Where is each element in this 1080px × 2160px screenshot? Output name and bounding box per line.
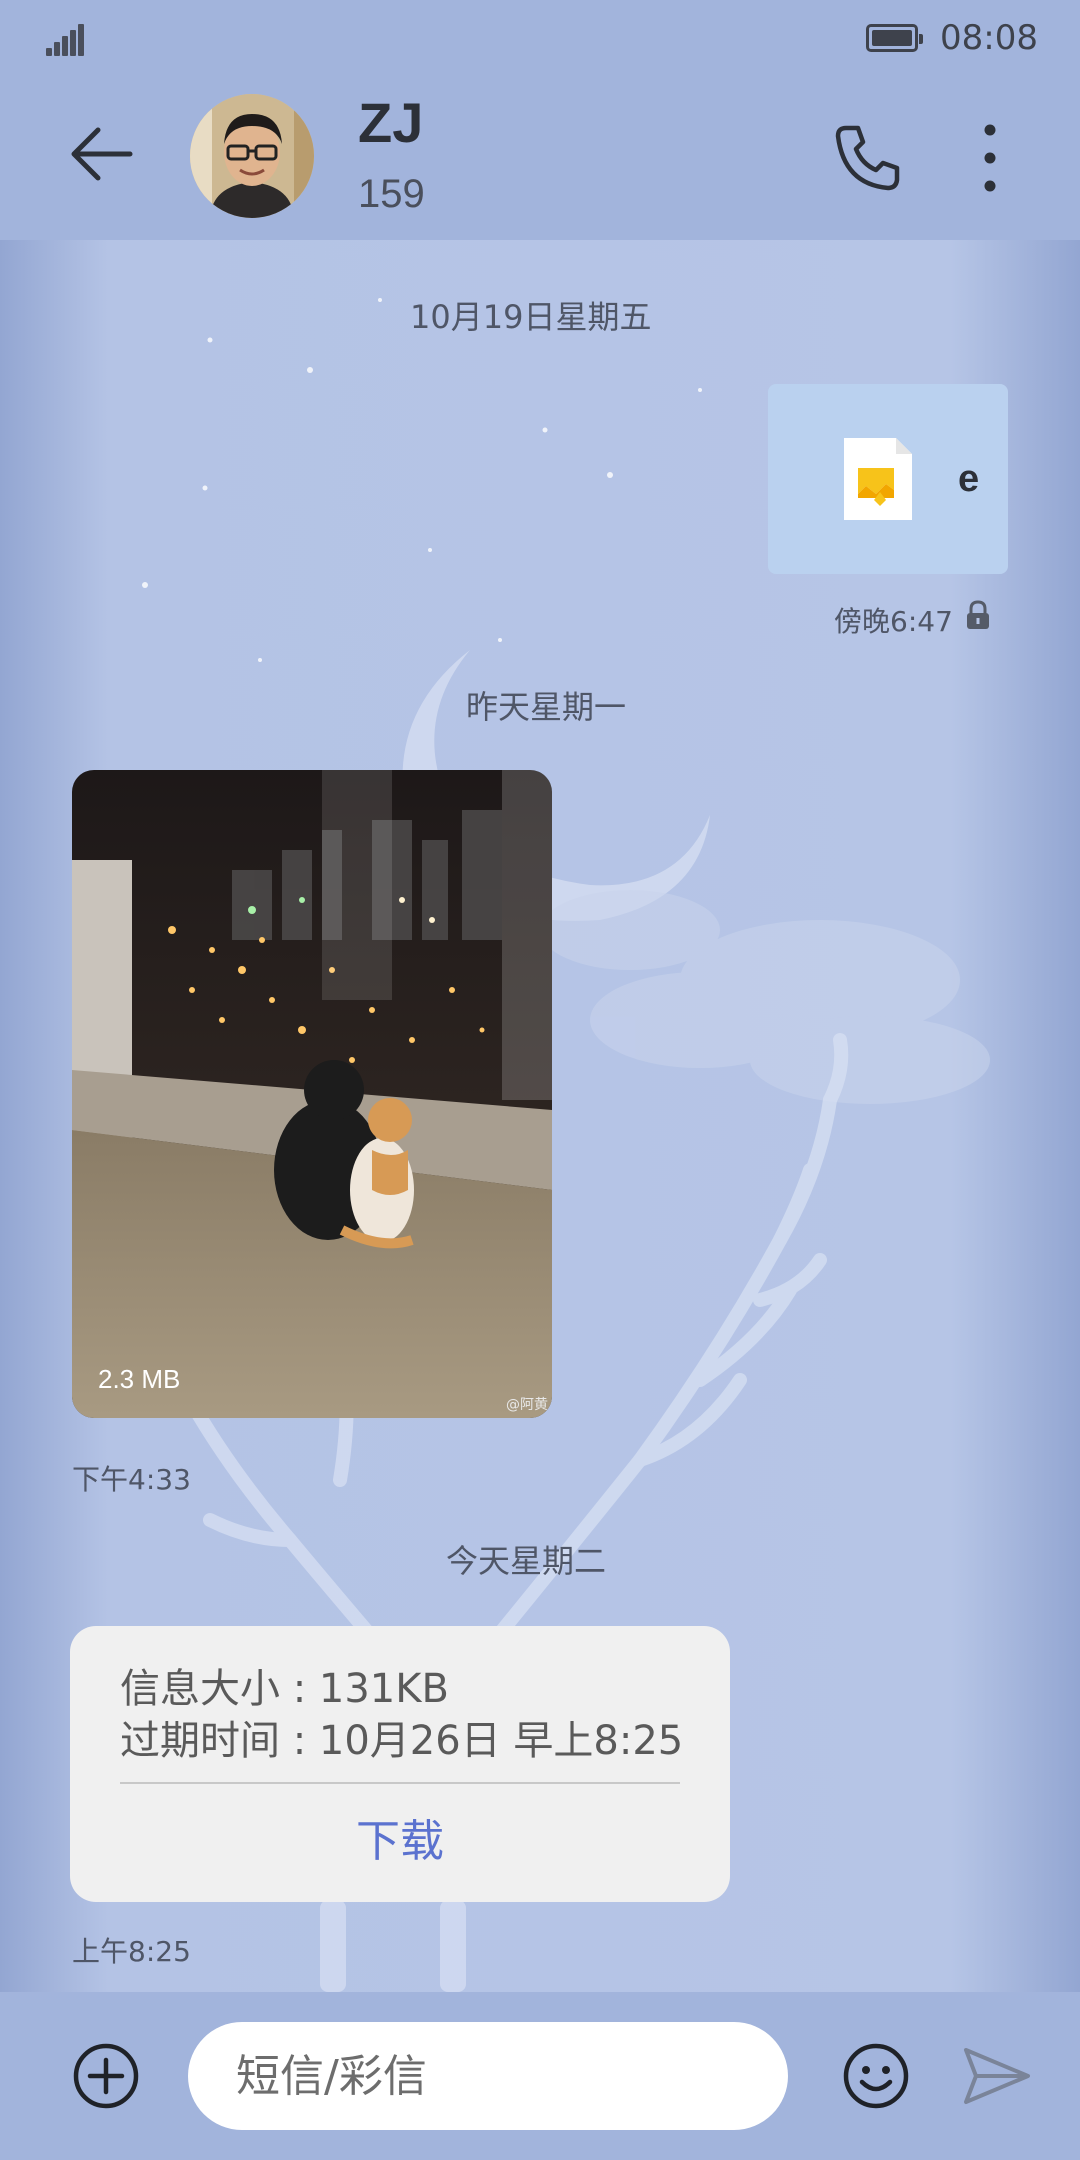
date-separator: 今天星期二 [446, 1542, 607, 1580]
download-button[interactable]: 下载 [70, 1792, 730, 1892]
mms-download-card: 信息大小 : 131KB 过期时间 : 10月26日 早上8:25 下载 [70, 1626, 730, 1902]
date-separator: 昨天星期一 [466, 688, 627, 726]
arrow-left-icon [71, 127, 133, 181]
contact-number: 159 [358, 172, 425, 216]
conversation-header: ZJ 159 [0, 80, 1080, 240]
contact-name: ZJ [358, 91, 424, 154]
document-image-icon [844, 438, 912, 520]
message-time: 傍晚6:47 [834, 605, 953, 638]
emoji-button[interactable] [842, 2042, 910, 2110]
message-list[interactable]: 10月19日星期五 e 傍晚6:47 昨天星期一 2.3 MB @阿黄 下午4:… [0, 240, 1080, 1992]
status-time: 08:08 [940, 18, 1038, 58]
battery-icon [866, 24, 923, 52]
file-name: e [958, 458, 980, 500]
divider [120, 1782, 680, 1784]
message-time: 下午4:33 [72, 1463, 191, 1496]
messaging-screen: 08:08 ZJ 159 10月19日星期五 e 傍晚6:47 昨天星期一 2.… [0, 0, 1080, 2160]
status-bar: 08:08 [0, 0, 1080, 80]
call-button[interactable] [832, 122, 904, 194]
back-button[interactable] [68, 116, 148, 196]
mms-size: 信息大小 : 131KB [120, 1666, 449, 1712]
sent-file-message[interactable]: e [768, 384, 1008, 574]
more-options-button[interactable] [960, 120, 1020, 196]
contact-avatar[interactable] [190, 94, 314, 218]
date-separator: 10月19日星期五 [410, 298, 652, 336]
compose-bar [0, 1992, 1080, 2160]
send-icon [964, 2048, 1030, 2104]
more-vertical-icon [984, 124, 996, 192]
message-input[interactable] [188, 2022, 788, 2130]
phone-icon [835, 125, 900, 191]
image-thumbnail [72, 770, 552, 1418]
send-button[interactable] [962, 2046, 1032, 2106]
mms-expiry: 过期时间 : 10月26日 早上8:25 [120, 1718, 684, 1764]
emoji-icon [843, 2043, 909, 2109]
add-attachment-button[interactable] [72, 2042, 140, 2110]
image-file-size: 2.3 MB [98, 1364, 181, 1394]
message-time: 上午8:25 [72, 1935, 191, 1968]
received-image-message[interactable]: 2.3 MB @阿黄 [72, 770, 552, 1418]
image-watermark: @阿黄 [506, 1397, 548, 1413]
cellular-signal-icon [46, 22, 86, 56]
lock-icon [967, 600, 989, 629]
plus-circle-icon [73, 2043, 139, 2109]
